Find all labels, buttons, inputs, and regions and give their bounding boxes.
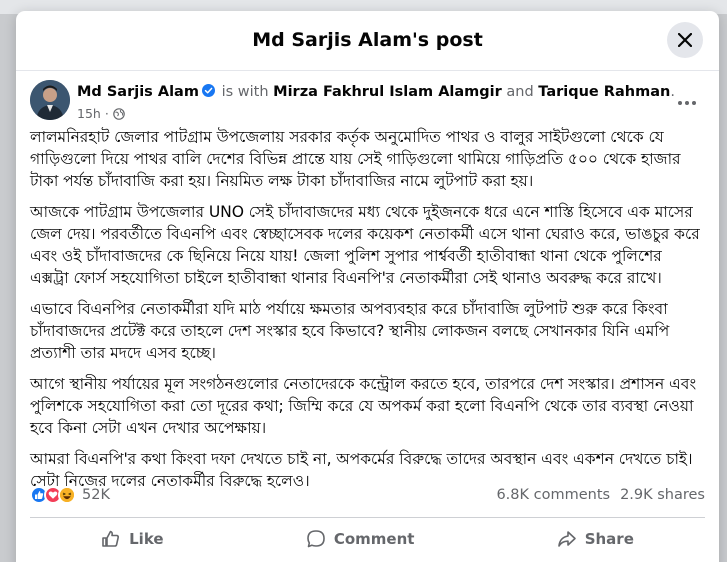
comment-button[interactable]: Comment bbox=[294, 523, 427, 555]
avatar[interactable] bbox=[30, 80, 70, 120]
dot-icon bbox=[692, 101, 696, 105]
like-button[interactable]: Like bbox=[89, 523, 175, 555]
share-button[interactable]: Share bbox=[545, 523, 646, 555]
like-label: Like bbox=[129, 530, 164, 548]
avatar-image bbox=[30, 80, 70, 120]
post-paragraph: আজকে পাটগ্রাম উপজেলার UNO সেই চাঁদাবাজদে… bbox=[30, 203, 700, 287]
share-icon bbox=[557, 531, 576, 547]
comments-count[interactable]: 6.8K comments bbox=[496, 487, 610, 503]
action-bar: Like Comment Share bbox=[30, 521, 705, 557]
divider bbox=[30, 517, 705, 518]
shares-count[interactable]: 2.9K shares bbox=[620, 487, 705, 503]
post-stats: 52K 6.8K comments 2.9K shares bbox=[30, 482, 705, 508]
comment-icon bbox=[307, 530, 325, 548]
post-modal: Md Sarjis Alam's post Md Sarjis Alam is … bbox=[16, 11, 719, 562]
share-label: Share bbox=[584, 530, 634, 548]
post-body: লালমনিরহাট জেলার পাটগ্রাম উপজেলায় সরকার… bbox=[16, 126, 719, 501]
reactions-summary[interactable]: 52K bbox=[30, 486, 110, 504]
verified-badge-icon bbox=[201, 84, 215, 97]
more-options-button[interactable] bbox=[671, 93, 703, 113]
and-text: and bbox=[506, 84, 534, 100]
post-header: Md Sarjis Alam is with Mirza Fakhrul Isl… bbox=[16, 71, 719, 131]
post-paragraph: এভাবে বিএনপির নেতাকর্মীরা যদি মাঠ পর্যায… bbox=[30, 300, 670, 362]
post-paragraph: লালমনিরহাট জেলার পাটগ্রাম উপজেলায় সরকার… bbox=[30, 128, 681, 190]
meta-separator: · bbox=[104, 106, 109, 121]
modal-header: Md Sarjis Alam's post bbox=[16, 11, 719, 71]
post-paragraph: আগে স্থানীয় পর্যায়ের মূল সংগঠনগুলোর নে… bbox=[30, 375, 697, 437]
close-button[interactable] bbox=[667, 22, 703, 58]
tagged-person-1[interactable]: Mirza Fakhrul Islam Alamgir bbox=[273, 84, 502, 100]
modal-title: Md Sarjis Alam's post bbox=[252, 29, 483, 51]
globe-icon bbox=[113, 107, 125, 120]
author-line: Md Sarjis Alam is with Mirza Fakhrul Isl… bbox=[77, 84, 675, 100]
tagged-person-2[interactable]: Tarique Rahman bbox=[538, 84, 670, 100]
reaction-count: 52K bbox=[82, 487, 110, 503]
post-meta: 15h · bbox=[77, 106, 125, 121]
haha-reaction-icon bbox=[58, 486, 76, 504]
close-icon bbox=[678, 33, 692, 47]
with-text: is with bbox=[221, 84, 269, 100]
dot-icon bbox=[685, 101, 689, 105]
author-name[interactable]: Md Sarjis Alam bbox=[77, 84, 199, 100]
dot-icon bbox=[678, 101, 682, 105]
comment-label: Comment bbox=[333, 530, 415, 548]
engagement-counts: 6.8K comments 2.9K shares bbox=[496, 487, 705, 503]
thumbs-up-icon bbox=[102, 530, 120, 547]
post-time[interactable]: 15h bbox=[77, 106, 101, 121]
